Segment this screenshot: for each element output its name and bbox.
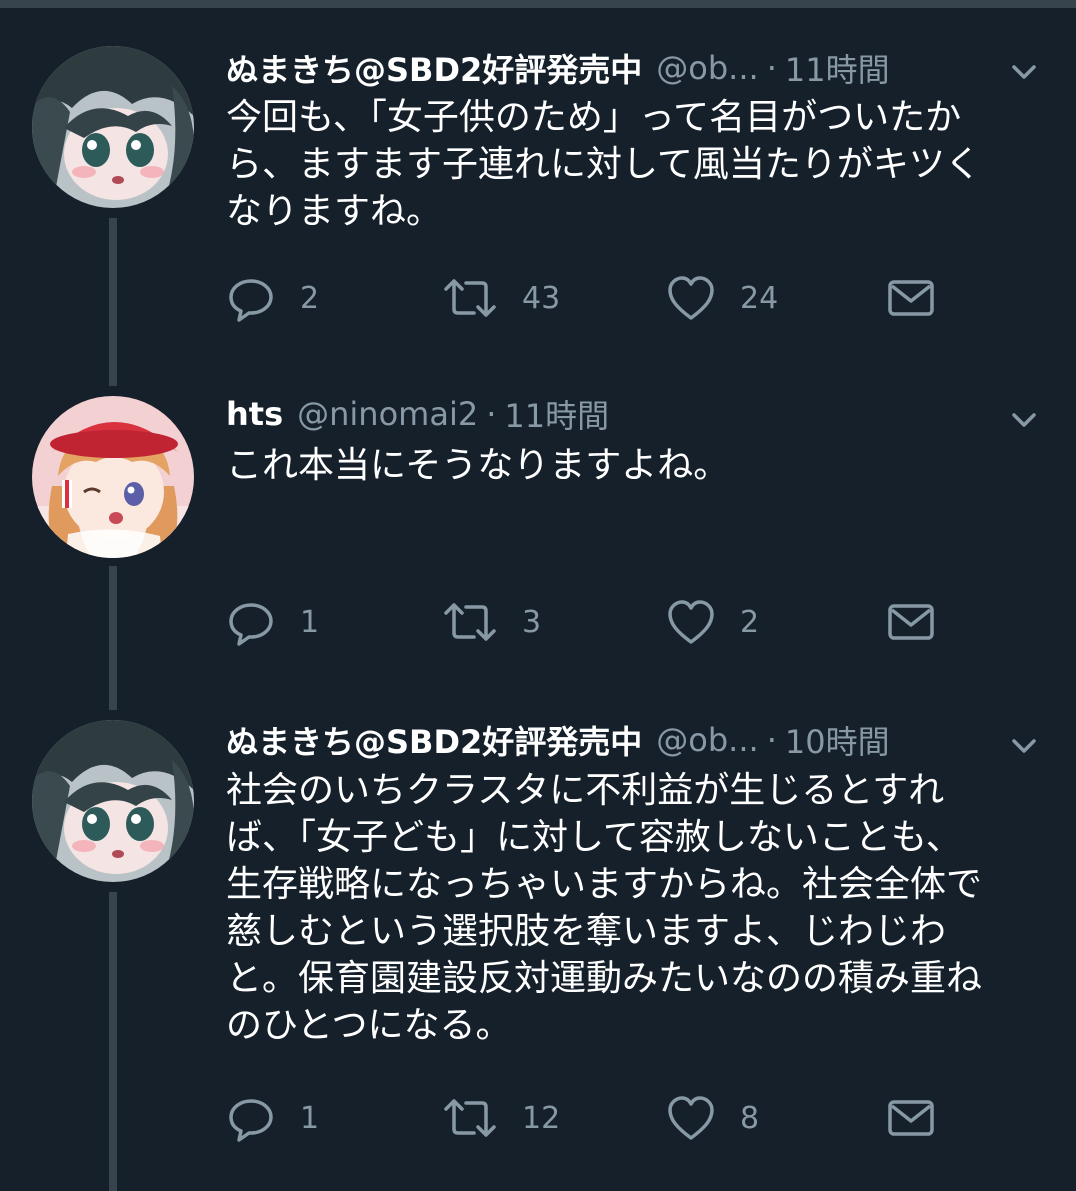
direct-message-icon bbox=[886, 1093, 936, 1143]
separator-dot: · bbox=[486, 395, 497, 433]
tweet-text-line: のひとつになる。 bbox=[226, 1005, 512, 1046]
tweet-header: ぬまきち@SBD2好評発売中 @ob... · 11時間 bbox=[226, 40, 976, 96]
heart-icon bbox=[666, 597, 716, 647]
avatar[interactable] bbox=[32, 720, 194, 882]
timestamp[interactable]: 11時間 bbox=[785, 45, 890, 91]
like-count: 24 bbox=[740, 280, 779, 316]
tweet-text-line: ら、ますます子連れに対して風当たりがキツく bbox=[226, 144, 981, 185]
tweet-actions: 1 12 8 bbox=[226, 1093, 986, 1143]
reply-icon bbox=[226, 273, 276, 323]
reply-count: 1 bbox=[300, 1100, 320, 1136]
tweet-text: これ本当にそうなりますよね。 bbox=[226, 442, 1026, 489]
reply-icon bbox=[226, 597, 276, 647]
direct-message-button[interactable] bbox=[886, 597, 936, 647]
chevron-down-icon[interactable] bbox=[1006, 728, 1042, 764]
direct-message-icon bbox=[886, 273, 936, 323]
retweet-icon bbox=[442, 597, 498, 647]
tweet-header: hts @ninomai2 · 11時間 bbox=[226, 386, 976, 442]
tweet-actions: 1 3 2 bbox=[226, 597, 986, 647]
display-name[interactable]: ぬまきち@SBD2好評発売中 bbox=[226, 45, 642, 91]
tweet-text-line: ば、「女子ども」に対して容赦しないことも、 bbox=[226, 817, 962, 858]
tweet-text-line: 慈しむという選択肢を奪いますよ、じわじわ bbox=[226, 911, 947, 952]
retweet-button[interactable]: 12 bbox=[442, 1093, 560, 1143]
tweet-text-line: なりますね。 bbox=[226, 191, 443, 232]
tweet-text-line: 今回も、「女子供のため」って名目がついたか bbox=[226, 97, 962, 138]
tweet-text: 社会のいちクラスタに不利益が生じるとすれ ば、「女子ども」に対して容赦しないこと… bbox=[226, 767, 1026, 1049]
tweet-text-line: 生存戦略になっちゃいますからね。社会全体で bbox=[226, 864, 983, 905]
like-button[interactable]: 24 bbox=[666, 273, 778, 323]
like-button[interactable]: 2 bbox=[666, 597, 759, 647]
retweet-button[interactable]: 3 bbox=[442, 597, 541, 647]
user-handle[interactable]: @ninomai2 bbox=[297, 395, 478, 433]
avatar[interactable] bbox=[32, 396, 194, 558]
reply-icon bbox=[226, 1093, 276, 1143]
like-count: 2 bbox=[740, 604, 760, 640]
user-handle[interactable]: @ob... bbox=[656, 49, 758, 87]
separator-dot: · bbox=[766, 721, 777, 759]
retweet-button[interactable]: 43 bbox=[442, 273, 560, 323]
like-count: 8 bbox=[740, 1100, 760, 1136]
retweet-count: 43 bbox=[522, 280, 561, 316]
tweet[interactable]: ぬまきち@SBD2好評発売中 @ob... · 10時間 社会のいちクラスタに不… bbox=[0, 690, 1076, 1191]
tweet-text: 今回も、「女子供のため」って名目がついたか ら、ますます子連れに対して風当たりが… bbox=[226, 94, 1026, 235]
retweet-count: 12 bbox=[522, 1100, 561, 1136]
retweet-icon bbox=[442, 1093, 498, 1143]
tweet-text-line: 社会のいちクラスタに不利益が生じるとすれ bbox=[226, 770, 945, 811]
tweet-text-line: と。保育園建設反対運動みたいなのの積み重ね bbox=[226, 958, 983, 999]
reply-button[interactable]: 2 bbox=[226, 273, 319, 323]
direct-message-button[interactable] bbox=[886, 273, 936, 323]
display-name[interactable]: hts bbox=[226, 395, 283, 433]
tweet-actions: 2 43 24 bbox=[226, 273, 986, 323]
reply-button[interactable]: 1 bbox=[226, 597, 319, 647]
reply-button[interactable]: 1 bbox=[226, 1093, 319, 1143]
user-handle[interactable]: @ob... bbox=[656, 721, 758, 759]
heart-icon bbox=[666, 273, 716, 323]
direct-message-button[interactable] bbox=[886, 1093, 936, 1143]
timestamp[interactable]: 10時間 bbox=[785, 717, 890, 763]
chevron-down-icon[interactable] bbox=[1006, 402, 1042, 438]
tweet-text-line: これ本当にそうなりますよね。 bbox=[226, 445, 730, 486]
retweet-icon bbox=[442, 273, 498, 323]
reply-count: 2 bbox=[300, 280, 320, 316]
like-button[interactable]: 8 bbox=[666, 1093, 759, 1143]
direct-message-icon bbox=[886, 597, 936, 647]
tweet[interactable]: ぬまきち@SBD2好評発売中 @ob... · 11時間 今回も、「女子供のため… bbox=[0, 0, 1076, 360]
avatar[interactable] bbox=[32, 46, 194, 208]
chevron-down-icon[interactable] bbox=[1006, 54, 1042, 90]
timestamp[interactable]: 11時間 bbox=[504, 391, 609, 437]
heart-icon bbox=[666, 1093, 716, 1143]
tweet-header: ぬまきち@SBD2好評発売中 @ob... · 10時間 bbox=[226, 712, 976, 768]
tweet[interactable]: hts @ninomai2 · 11時間 これ本当にそうなりますよね。 1 3 … bbox=[0, 360, 1076, 690]
display-name[interactable]: ぬまきち@SBD2好評発売中 bbox=[226, 717, 642, 763]
separator-dot: · bbox=[766, 49, 777, 87]
retweet-count: 3 bbox=[522, 604, 542, 640]
reply-count: 1 bbox=[300, 604, 320, 640]
